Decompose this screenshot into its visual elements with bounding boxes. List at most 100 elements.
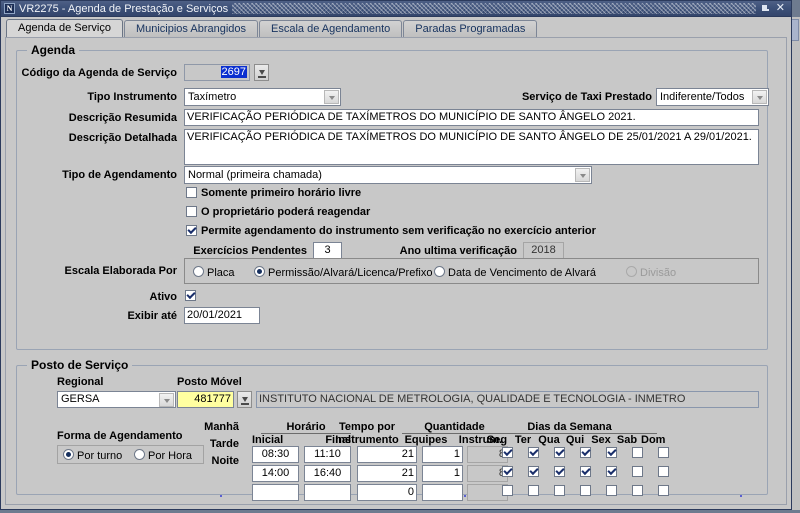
row-3-day-ter-checkbox[interactable] [528,485,539,496]
ativo-checkbox[interactable] [185,290,196,301]
tab-paradas-programadas[interactable]: Paradas Programadas [403,20,538,37]
row-3-day-sex-checkbox[interactable] [606,485,617,496]
group-agenda-title: Agenda [27,43,80,57]
descricao-resumida-input[interactable]: VERIFICAÇÃO PERIÓDICA DE TAXÍMETROS DO M… [184,109,759,126]
row-3-day-qua-checkbox[interactable] [554,485,565,496]
exibir-ate-label: Exibir até [127,310,177,322]
title-bar-hatch [232,3,756,14]
somente-primeiro-horario-label: Somente primeiro horário livre [201,187,362,199]
row-1-day-qui-checkbox[interactable] [580,447,591,458]
descricao-detalhada-label: Descrição Detalhada [68,132,177,144]
group-agenda: Agenda Código da Agenda de Serviço 2697 … [16,43,769,350]
chevron-down-icon[interactable] [159,393,174,407]
row-1-day-ter-checkbox[interactable] [528,447,539,458]
row-2-day-qua-checkbox[interactable] [554,466,565,477]
row-1-day-seg-checkbox[interactable] [502,447,513,458]
header-weekday-dom: Dom [641,434,666,446]
row-1-final-input[interactable]: 11:10 [304,446,351,463]
status-dot-3 [740,495,742,497]
escala-option-placa-radio[interactable] [193,266,204,277]
proprietario-reagendar-checkbox[interactable] [186,206,197,217]
application-window: N VR2275 - Agenda de Prestação e Serviço… [0,0,800,513]
tipo-agendamento-value: Normal (primeira chamada) [188,169,322,181]
row-1-day-qua-checkbox[interactable] [554,447,565,458]
tipo-instrumento-value: Taxímetro [188,91,237,103]
exercicios-pendentes-label: Exercícios Pendentes [193,245,307,257]
ativo-label: Ativo [149,291,178,303]
row-2-day-ter-checkbox[interactable] [528,466,539,477]
row-3-equipes-input[interactable] [422,484,463,501]
posto-movel-lookup-button[interactable] [237,391,252,408]
row-3-tempo-input[interactable]: 0 [357,484,417,501]
row-1-inicial-input[interactable]: 08:30 [252,446,299,463]
tab-strip: Agenda de Serviço Municipios Abrangidos … [6,19,538,37]
row-2-inicial-input[interactable]: 14:00 [252,465,299,482]
tipo-agendamento-label: Tipo de Agendamento [62,169,177,181]
tab-municipios-abrangidos[interactable]: Municipios Abrangidos [123,20,259,37]
row-1-day-dom-checkbox[interactable] [658,447,669,458]
row-3-final-input[interactable] [304,484,351,501]
descricao-detalhada-input[interactable]: VERIFICAÇÃO PERIÓDICA DE TAXÍMETROS DO M… [184,129,759,165]
exibir-ate-input[interactable]: 20/01/2021 [184,307,260,324]
header-weekday-sab: Sab [616,434,638,446]
app-icon: N [4,3,15,14]
chevron-down-icon[interactable] [324,90,339,104]
chevron-down-icon[interactable] [575,168,590,182]
codigo-agenda-lookup-button[interactable] [254,64,269,81]
row-3-day-sab-checkbox[interactable] [632,485,643,496]
header-equipes: Equipes [404,434,448,446]
header-weekday-qua: Qua [538,434,560,446]
posto-movel-name-value: INSTITUTO NACIONAL DE METROLOGIA, QUALID… [256,391,759,408]
escala-option-divisao-radio [626,266,637,277]
row-1-equipes-input[interactable]: 1 [422,446,463,463]
row-3-day-dom-checkbox[interactable] [658,485,669,496]
row-2-day-qui-checkbox[interactable] [580,466,591,477]
escala-option-permissao-radio[interactable] [254,266,265,277]
shift-label-tarde: Tarde [209,438,239,450]
window-title: VR2275 - Agenda de Prestação e Serviços [19,2,229,15]
proprietario-reagendar-label: O proprietário poderá reagendar [201,206,371,218]
row-2-day-sex-checkbox[interactable] [606,466,617,477]
header-weekday-seg: Seg [486,434,508,446]
row-2-equipes-input[interactable]: 1 [422,465,463,482]
row-2-day-dom-checkbox[interactable] [658,466,669,477]
row-3-day-seg-checkbox[interactable] [502,485,513,496]
somente-primeiro-horario-checkbox[interactable] [186,187,197,198]
minimize-icon[interactable] [760,3,771,14]
row-3-inicial-input[interactable] [252,484,299,501]
servico-taxi-select[interactable]: Indiferente/Todos [656,88,769,106]
posto-movel-code-input[interactable]: 481777 [177,391,234,408]
chevron-down-icon[interactable] [752,90,767,104]
forma-por-turno-label: Por turno [77,450,123,462]
tab-escala-de-agendamento[interactable]: Escala de Agendamento [259,20,403,37]
escala-option-data-vencimento-radio[interactable] [434,266,445,277]
row-2-final-input[interactable]: 16:40 [304,465,351,482]
tab-agenda-de-servico[interactable]: Agenda de Serviço [6,19,123,37]
row-3-day-qui-checkbox[interactable] [580,485,591,496]
forma-por-turno-radio[interactable] [63,449,74,460]
escala-option-placa-label: Placa [207,267,235,279]
regional-select[interactable]: GERSA [57,391,176,408]
escala-option-permissao-label: Permissão/Alvará/Licenca/Prefixo [268,267,433,279]
row-1-day-sex-checkbox[interactable] [606,447,617,458]
row-2-day-seg-checkbox[interactable] [502,466,513,477]
header-weekday-qui: Qui [565,434,585,446]
row-1-day-sab-checkbox[interactable] [632,447,643,458]
permite-agendamento-checkbox[interactable] [186,225,197,236]
forma-por-hora-radio[interactable] [134,449,145,460]
descricao-resumida-label: Descrição Resumida [68,112,177,124]
status-dot-2 [464,495,466,497]
window-client-area: Agenda de Serviço Municipios Abrangidos … [0,17,792,510]
row-1-tempo-input[interactable]: 21 [357,446,417,463]
close-icon[interactable]: ✕ [776,3,785,14]
shift-label-noite: Noite [211,455,240,467]
row-2-day-sab-checkbox[interactable] [632,466,643,477]
codigo-agenda-input[interactable]: 2697 [184,64,250,81]
status-dot-1 [220,495,222,497]
row-2-tempo-input[interactable]: 21 [357,465,417,482]
exercicios-pendentes-input[interactable]: 3 [313,242,342,259]
window-controls: ✕ [760,3,785,14]
header-dias-da-semana: Dias da Semana [527,421,612,433]
tipo-agendamento-select[interactable]: Normal (primeira chamada) [184,166,592,184]
tipo-instrumento-select[interactable]: Taxímetro [184,88,341,106]
